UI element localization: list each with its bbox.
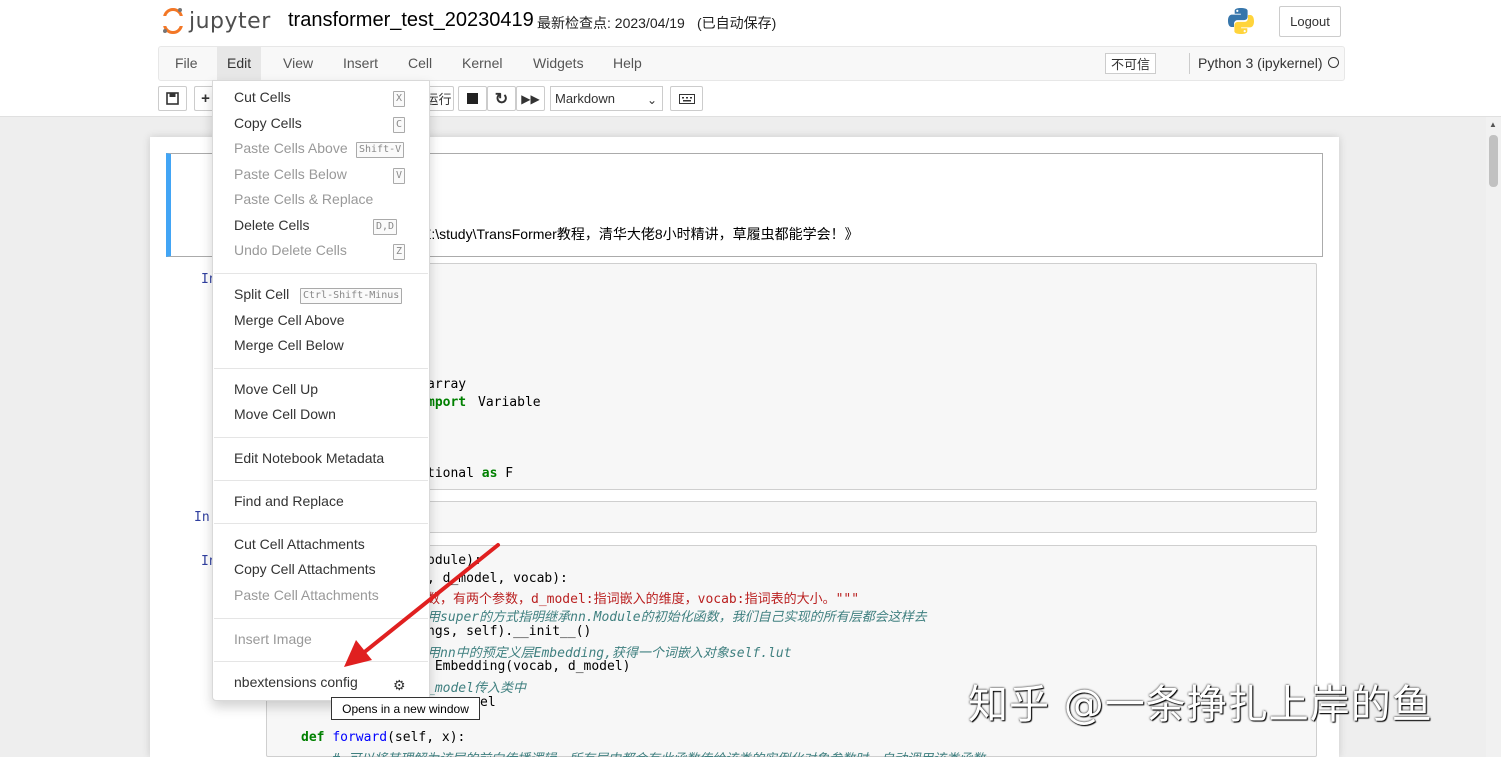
notebook-title[interactable]: transformer_test_20230419 bbox=[288, 9, 534, 32]
code-line: 数，有两个参数，d_model:指词嵌入的维度，vocab:指词表的大小。""" bbox=[427, 592, 860, 607]
shortcut-key: V bbox=[393, 168, 406, 184]
cell-type-value: Markdown bbox=[555, 91, 615, 106]
python-logo-icon bbox=[1228, 8, 1254, 34]
menu-item-nbextensions-config[interactable]: nbextensions config bbox=[234, 674, 358, 690]
watermark: 知乎 @一条挣扎上岸的鱼 bbox=[968, 682, 1433, 728]
edit-menu-dropdown: Cut Cells X Copy Cells C Paste Cells Abo… bbox=[212, 80, 430, 701]
cell-type-select[interactable]: Markdown ⌄ bbox=[550, 86, 663, 111]
menu-item-insert-image[interactable]: Insert Image bbox=[234, 631, 312, 647]
menu-item-delete-cells[interactable]: Delete Cells bbox=[234, 217, 309, 233]
plus-icon: + bbox=[201, 90, 210, 107]
menu-item-find-and-replace[interactable]: Find and Replace bbox=[234, 493, 344, 509]
markdown-cell-text: 《E:\study\TransFormer教程，清华大佬8小时精讲，草履虫都能学… bbox=[408, 226, 859, 242]
keyboard-icon bbox=[678, 93, 695, 104]
code-line: Embedding(vocab, d_model) bbox=[427, 659, 631, 674]
menu-kernel[interactable]: Kernel bbox=[452, 47, 512, 80]
menu-divider bbox=[214, 661, 428, 662]
fast-forward-icon: ▶▶ bbox=[521, 91, 540, 106]
shortcut-key: X bbox=[393, 91, 406, 107]
code-line: array bbox=[427, 377, 467, 392]
menubar: File Edit View Insert Cell Kernel Widget… bbox=[158, 46, 1345, 81]
shortcut-key: C bbox=[393, 117, 406, 133]
menu-item-cut-cell-attachments[interactable]: Cut Cell Attachments bbox=[234, 536, 365, 552]
menu-item-undo-delete-cells[interactable]: Undo Delete Cells bbox=[234, 242, 347, 258]
menu-item-paste-cells-above[interactable]: Paste Cells Above bbox=[234, 140, 348, 156]
menu-divider bbox=[214, 437, 428, 438]
code-line: ngs, self).__init__() bbox=[427, 624, 592, 639]
chevron-down-icon: ⌄ bbox=[646, 93, 657, 107]
menu-divider bbox=[214, 368, 428, 369]
jupyter-logo[interactable]: jupyter bbox=[162, 6, 271, 36]
trust-indicator[interactable]: 不可信 bbox=[1105, 53, 1156, 74]
code-line: , d_model, vocab): bbox=[427, 571, 568, 586]
shortcut-key: Shift-V bbox=[356, 142, 405, 158]
kernel-idle-icon bbox=[1328, 57, 1339, 68]
menu-item-split-cell[interactable]: Split Cell bbox=[234, 286, 289, 302]
kernel-name: Python 3 (ipykernel) bbox=[1189, 53, 1323, 74]
code-line: el bbox=[480, 695, 496, 710]
stop-icon bbox=[467, 93, 478, 104]
menu-divider bbox=[214, 480, 428, 481]
restart-run-all-button[interactable]: ▶▶ bbox=[516, 86, 545, 111]
menu-divider bbox=[214, 618, 428, 619]
code-line: _model传入类中 bbox=[427, 681, 526, 696]
code-line: 用super的方式指明继承nn.Module的初始化函数，我们自己实现的所有层都… bbox=[427, 610, 927, 625]
menu-item-move-cell-down[interactable]: Move Cell Down bbox=[234, 406, 336, 422]
code-line: Variable bbox=[478, 395, 541, 410]
logout-button[interactable]: Logout bbox=[1279, 6, 1341, 37]
menu-item-move-cell-up[interactable]: Move Cell Up bbox=[234, 381, 318, 397]
menu-item-paste-cells-below[interactable]: Paste Cells Below bbox=[234, 166, 347, 182]
restart-kernel-button[interactable]: ↻ bbox=[487, 86, 516, 111]
menu-item-merge-cell-above[interactable]: Merge Cell Above bbox=[234, 312, 345, 328]
autosave-status: (已自动保存) bbox=[697, 15, 777, 31]
menu-file[interactable]: File bbox=[165, 47, 208, 80]
restart-icon: ↻ bbox=[494, 90, 509, 108]
shortcut-key: Ctrl-Shift-Minus bbox=[300, 288, 403, 304]
page-scrollbar[interactable]: ▲ bbox=[1486, 117, 1501, 757]
checkpoint-status: 最新检查点: 2023/04/19 bbox=[537, 15, 685, 31]
menu-divider bbox=[214, 523, 428, 524]
menu-divider bbox=[214, 273, 428, 274]
jupyter-logo-icon bbox=[162, 8, 184, 34]
tooltip: Opens in a new window bbox=[331, 697, 480, 720]
menu-item-copy-cells[interactable]: Copy Cells bbox=[234, 115, 302, 131]
floppy-disk-icon bbox=[166, 92, 179, 105]
scroll-up-icon[interactable]: ▲ bbox=[1489, 120, 1497, 129]
menu-insert[interactable]: Insert bbox=[333, 47, 388, 80]
menu-widgets[interactable]: Widgets bbox=[523, 47, 594, 80]
logo-text: jupyter bbox=[189, 8, 271, 34]
code-line: mport bbox=[427, 395, 467, 410]
save-button[interactable] bbox=[158, 86, 187, 111]
code-line: # 可以将其理解为该层的前向传播逻辑，所有层中都会有此函数传给该类的实例化对象参… bbox=[301, 748, 985, 757]
menu-item-copy-cell-attachments[interactable]: Copy Cell Attachments bbox=[234, 561, 376, 577]
code-line: def forward(self, x): bbox=[301, 730, 466, 745]
menu-item-paste-cell-attachments[interactable]: Paste Cell Attachments bbox=[234, 587, 379, 603]
menu-help[interactable]: Help bbox=[603, 47, 652, 80]
menu-cell[interactable]: Cell bbox=[398, 47, 442, 80]
code-line: tional as F bbox=[427, 466, 514, 481]
scrollbar-thumb[interactable] bbox=[1489, 135, 1498, 187]
interrupt-kernel-button[interactable] bbox=[458, 86, 487, 111]
menu-item-merge-cell-below[interactable]: Merge Cell Below bbox=[234, 337, 344, 353]
menu-item-edit-notebook-metadata[interactable]: Edit Notebook Metadata bbox=[234, 450, 384, 466]
menu-item-cut-cells[interactable]: Cut Cells bbox=[234, 89, 291, 105]
gears-icon: ⚙ bbox=[393, 677, 406, 693]
command-palette-button[interactable] bbox=[670, 86, 703, 111]
input-prompt: In bbox=[194, 510, 210, 525]
code-line: odule): bbox=[427, 553, 482, 568]
shortcut-key: Z bbox=[393, 244, 406, 260]
menu-view[interactable]: View bbox=[273, 47, 323, 80]
menu-edit[interactable]: Edit bbox=[217, 47, 262, 80]
shortcut-key: D,D bbox=[373, 219, 398, 235]
menu-item-paste-cells-replace[interactable]: Paste Cells & Replace bbox=[234, 191, 373, 207]
